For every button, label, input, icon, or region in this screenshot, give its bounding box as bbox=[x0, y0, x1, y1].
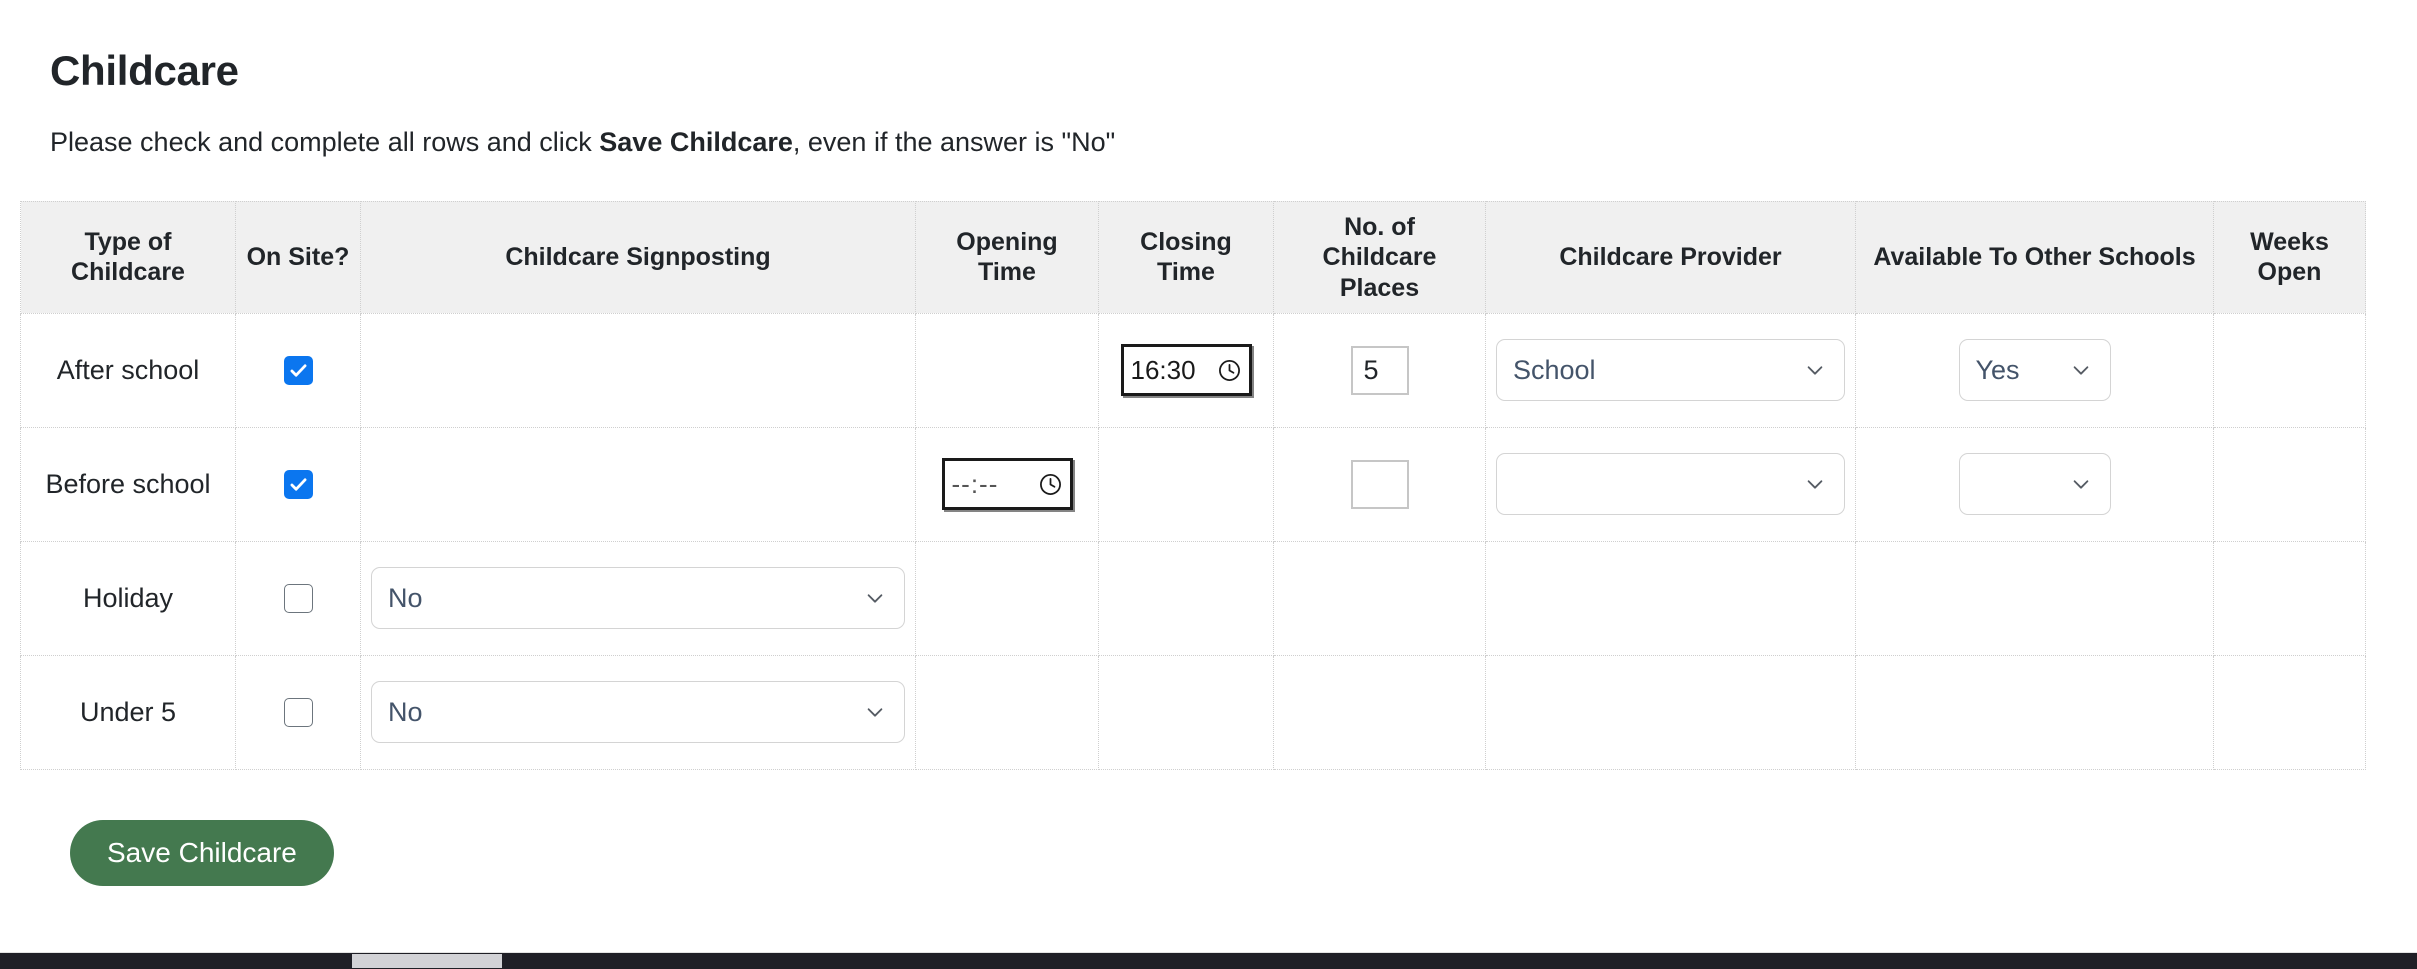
cell-available-to-other-schools bbox=[1855, 540, 2214, 656]
cell-childcare-places bbox=[1273, 426, 1486, 542]
instructions-suffix: , even if the answer is "No" bbox=[792, 127, 1116, 158]
table-row: Before school --:-- bbox=[20, 426, 2366, 542]
cell-available-to-other-schools bbox=[1855, 426, 2214, 542]
cell-opening-time bbox=[915, 654, 1099, 770]
signposting-select-value: No bbox=[388, 698, 423, 726]
chevron-down-icon bbox=[867, 708, 883, 718]
cell-childcare-signposting bbox=[360, 312, 916, 428]
table-row: Under 5 No bbox=[20, 654, 2366, 770]
chevron-down-icon bbox=[1807, 366, 1823, 376]
cell-on-site bbox=[235, 540, 361, 656]
cell-childcare-places: 5 bbox=[1273, 312, 1486, 428]
save-childcare-button[interactable]: Save Childcare bbox=[70, 819, 334, 886]
childcare-table-scroll-area[interactable]: Type of Childcare On Site? Childcare Sig… bbox=[20, 200, 2366, 770]
cell-childcare-provider bbox=[1485, 540, 1856, 656]
column-header-provider: Childcare Provider bbox=[1485, 200, 1856, 314]
cell-opening-time bbox=[915, 312, 1099, 428]
cell-type-of-childcare: Under 5 bbox=[20, 654, 236, 770]
cell-type-of-childcare: Before school bbox=[20, 426, 236, 542]
cell-type-of-childcare: Holiday bbox=[20, 540, 236, 656]
instructions-emphasis: Save Childcare bbox=[599, 127, 793, 158]
horizontal-scrollbar[interactable] bbox=[0, 953, 2417, 969]
closing-time-value: 16:30 bbox=[1130, 355, 1196, 386]
table-row: Holiday No bbox=[20, 540, 2366, 656]
scrollbar-track[interactable] bbox=[0, 954, 352, 968]
column-header-onsite: On Site? bbox=[235, 200, 361, 314]
cell-childcare-provider bbox=[1485, 426, 1856, 542]
available-to-other-schools-select[interactable]: Yes bbox=[1958, 339, 2111, 402]
cell-opening-time bbox=[915, 540, 1099, 656]
page-title: Childcare bbox=[50, 47, 239, 94]
childcare-places-input[interactable] bbox=[1350, 459, 1409, 509]
childcare-type-label: Holiday bbox=[82, 582, 174, 613]
cell-type-of-childcare: After school bbox=[20, 312, 236, 428]
cell-on-site bbox=[235, 312, 361, 428]
column-header-type: Type of Childcare bbox=[20, 200, 236, 314]
instructions-text: Please check and complete all rows and c… bbox=[50, 94, 2417, 160]
cell-weeks-open bbox=[2213, 426, 2366, 542]
signposting-select[interactable]: No bbox=[371, 681, 905, 744]
signposting-select-value: No bbox=[388, 584, 423, 612]
cell-on-site bbox=[235, 654, 361, 770]
on-site-checkbox[interactable] bbox=[283, 469, 313, 499]
available-to-other-schools-select[interactable] bbox=[1958, 453, 2111, 516]
cell-on-site bbox=[235, 426, 361, 542]
clock-icon[interactable] bbox=[1217, 358, 1242, 383]
available-to-other-schools-value: Yes bbox=[1975, 356, 2020, 384]
on-site-checkbox[interactable] bbox=[283, 583, 313, 613]
cell-childcare-signposting: No bbox=[360, 654, 916, 770]
cell-weeks-open bbox=[2213, 312, 2366, 428]
cell-childcare-provider bbox=[1485, 654, 1856, 770]
column-header-opening-time: Opening Time bbox=[915, 200, 1099, 314]
cell-closing-time: 16:30 bbox=[1098, 312, 1274, 428]
cell-childcare-provider: School bbox=[1485, 312, 1856, 428]
closing-time-input[interactable]: 16:30 bbox=[1120, 344, 1252, 397]
signposting-select[interactable]: No bbox=[371, 567, 905, 630]
cell-opening-time: --:-- bbox=[915, 426, 1099, 542]
opening-time-value: --:-- bbox=[951, 469, 999, 500]
childcare-type-label: Under 5 bbox=[79, 696, 177, 727]
table-row: After school 16:30 5 School Yes bbox=[20, 312, 2366, 428]
cell-weeks-open bbox=[2213, 540, 2366, 656]
cell-childcare-places bbox=[1273, 654, 1486, 770]
childcare-page: Childcare Please check and complete all … bbox=[0, 0, 2417, 969]
column-header-weeks: Weeks Open bbox=[2213, 200, 2366, 314]
header-row: Type of Childcare On Site? Childcare Sig… bbox=[20, 200, 2366, 314]
cell-available-to-other-schools bbox=[1855, 654, 2214, 770]
chevron-down-icon bbox=[2073, 366, 2088, 376]
childcare-type-label: After school bbox=[56, 354, 200, 385]
childcare-provider-select[interactable]: School bbox=[1496, 339, 1845, 402]
chevron-down-icon bbox=[2073, 480, 2088, 490]
opening-time-input[interactable]: --:-- bbox=[941, 458, 1073, 511]
childcare-provider-value: School bbox=[1513, 356, 1596, 384]
childcare-table: Type of Childcare On Site? Childcare Sig… bbox=[20, 200, 2366, 770]
save-row: Save Childcare bbox=[50, 819, 2417, 886]
table-body: After school 16:30 5 School Yes Before school… bbox=[20, 312, 2366, 770]
column-header-available: Available To Other Schools bbox=[1855, 200, 2214, 314]
column-header-closing-time: Closing Time bbox=[1098, 200, 1274, 314]
cell-available-to-other-schools: Yes bbox=[1855, 312, 2214, 428]
clock-icon[interactable] bbox=[1038, 472, 1063, 497]
on-site-checkbox[interactable] bbox=[283, 697, 313, 727]
cell-closing-time bbox=[1098, 540, 1274, 656]
chevron-down-icon bbox=[1807, 480, 1823, 490]
childcare-type-label: Before school bbox=[45, 468, 211, 499]
cell-closing-time bbox=[1098, 654, 1274, 770]
cell-childcare-signposting bbox=[360, 426, 916, 542]
cell-childcare-places bbox=[1273, 540, 1486, 656]
on-site-checkbox[interactable] bbox=[283, 355, 313, 385]
column-header-signposting: Childcare Signposting bbox=[360, 200, 916, 314]
instructions-prefix: Please check and complete all rows and c… bbox=[50, 127, 600, 158]
chevron-down-icon bbox=[867, 594, 883, 604]
childcare-provider-select[interactable] bbox=[1496, 453, 1845, 516]
page-content: Childcare Please check and complete all … bbox=[0, 0, 2417, 886]
table-header: Type of Childcare On Site? Childcare Sig… bbox=[20, 200, 2366, 314]
cell-childcare-signposting: No bbox=[360, 540, 916, 656]
column-header-places: No. of Childcare Places bbox=[1273, 200, 1486, 314]
cell-closing-time bbox=[1098, 426, 1274, 542]
childcare-places-input[interactable]: 5 bbox=[1350, 345, 1409, 395]
scrollbar-thumb[interactable] bbox=[352, 954, 502, 968]
cell-weeks-open bbox=[2213, 654, 2366, 770]
